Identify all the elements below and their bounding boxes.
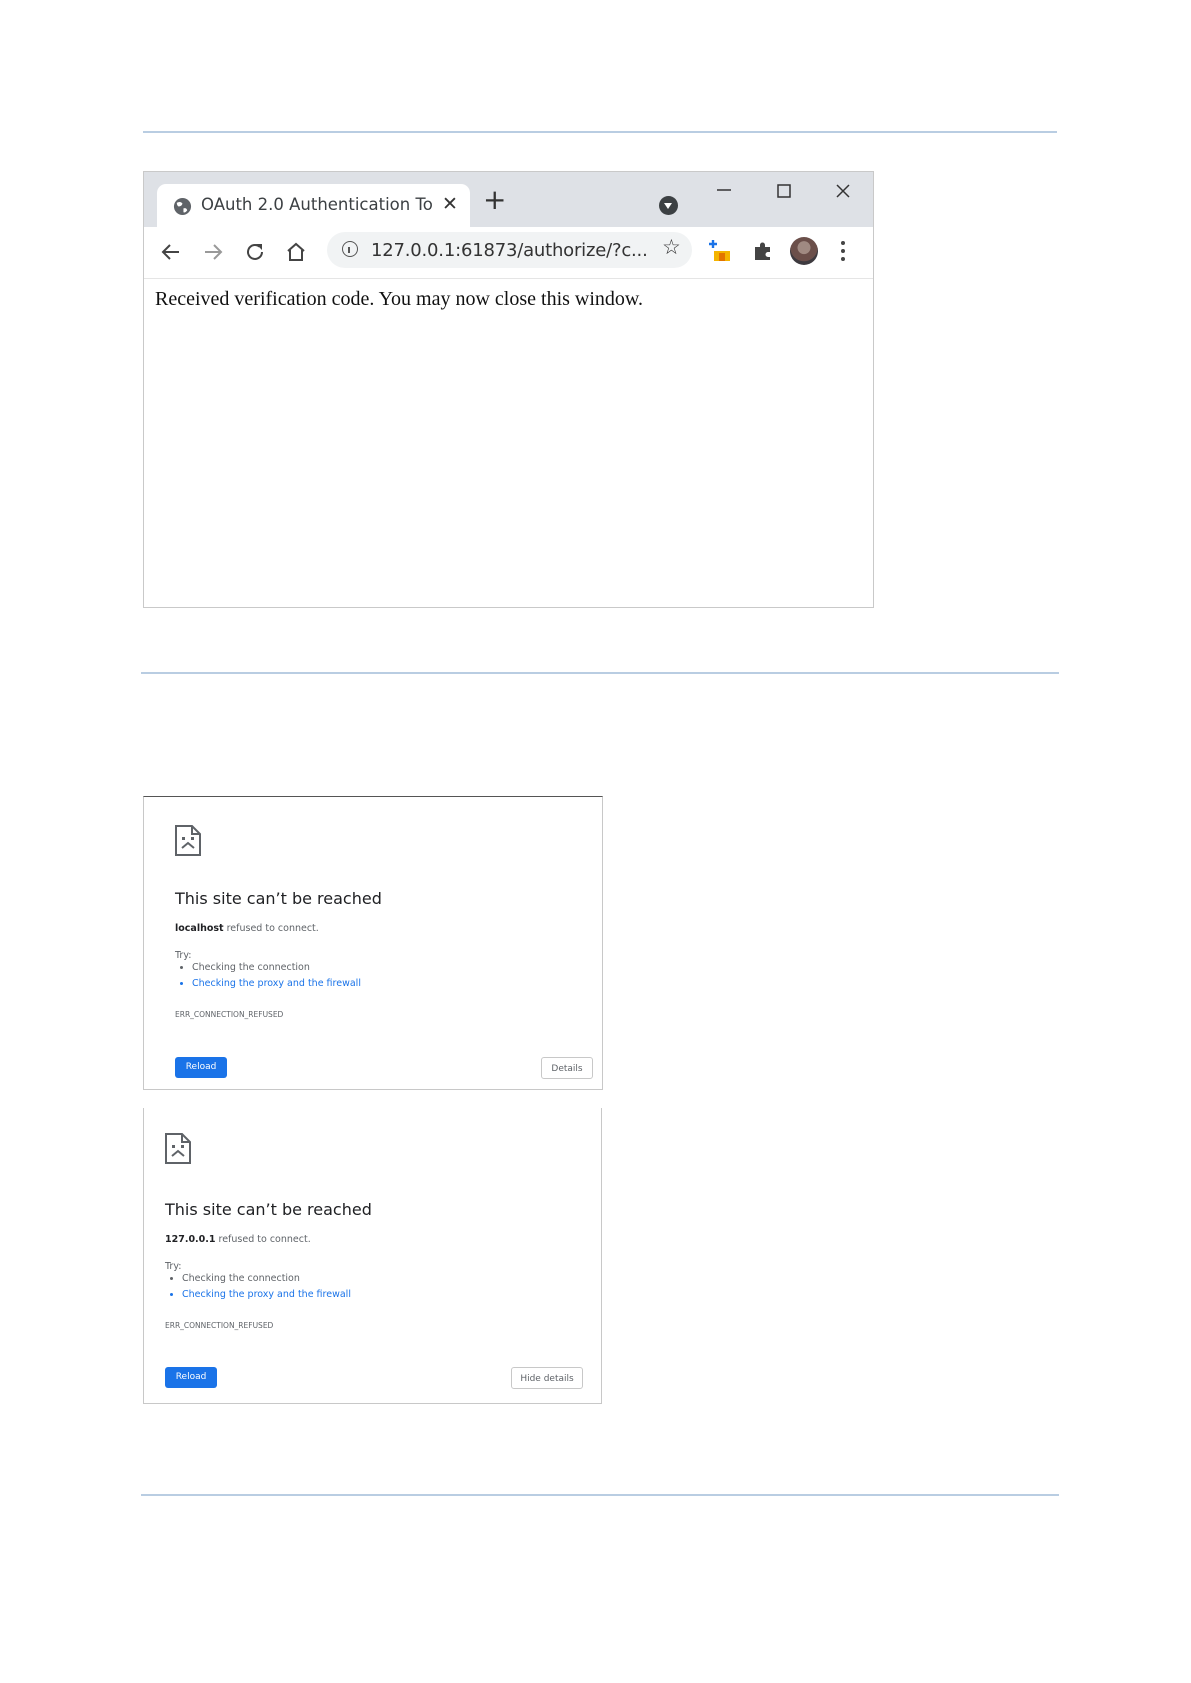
avatar[interactable] — [790, 237, 818, 265]
suggestion-item: Checking the connection — [192, 960, 361, 976]
error-title: This site can’t be reached — [175, 889, 382, 908]
sad-page-icon — [175, 825, 201, 856]
error-code: ERR_CONNECTION_REFUSED — [165, 1321, 274, 1330]
reload-button[interactable]: Reload — [165, 1367, 217, 1388]
error-description: localhost refused to connect. — [175, 923, 319, 934]
suggestion-item: Checking the connection — [182, 1271, 351, 1287]
error-message: refused to connect. — [215, 1234, 311, 1245]
browser-window: OAuth 2.0 Authentication Token ✕ + 127.0… — [143, 171, 874, 608]
reload-icon[interactable] — [243, 240, 267, 264]
kebab-menu-icon[interactable] — [841, 241, 845, 265]
home-icon[interactable] — [284, 240, 308, 264]
error-message: refused to connect. — [223, 923, 319, 934]
close-window-icon[interactable] — [836, 184, 850, 198]
browser-toolbar: 127.0.0.1:61873/authorize/?c... ☆ — [144, 227, 873, 279]
page-message: Received verification code. You may now … — [155, 288, 644, 310]
puzzle-icon[interactable] — [752, 240, 774, 262]
info-icon[interactable] — [342, 241, 358, 257]
tab-title: OAuth 2.0 Authentication Token — [201, 195, 433, 214]
star-icon[interactable]: ☆ — [662, 237, 681, 258]
error-page-localhost: This site can’t be reached localhost ref… — [143, 796, 603, 1090]
details-button[interactable]: Details — [541, 1057, 593, 1079]
tab-strip: OAuth 2.0 Authentication Token ✕ + — [144, 172, 873, 227]
browser-tab[interactable]: OAuth 2.0 Authentication Token ✕ — [157, 184, 470, 227]
error-code: ERR_CONNECTION_REFUSED — [175, 1010, 284, 1019]
error-title: This site can’t be reached — [165, 1200, 372, 1219]
error-host: 127.0.0.1 — [165, 1234, 216, 1245]
divider-rule-bottom — [141, 1494, 1059, 1496]
extension-upload-icon[interactable] — [708, 239, 732, 263]
minimize-icon[interactable] — [716, 186, 732, 194]
error-description: 127.0.0.1 refused to connect. — [165, 1234, 311, 1245]
url-text: 127.0.0.1:61873/authorize/?c... — [371, 240, 648, 261]
close-icon[interactable]: ✕ — [442, 193, 458, 215]
divider-rule-middle — [141, 672, 1059, 674]
suggestion-list: Checking the connection Checking the pro… — [175, 960, 361, 992]
globe-icon — [173, 197, 192, 216]
reload-button[interactable]: Reload — [175, 1057, 227, 1078]
suggestion-link-proxy-firewall[interactable]: Checking the proxy and the firewall — [182, 1287, 351, 1303]
hide-details-button[interactable]: Hide details — [511, 1367, 583, 1389]
divider-rule-top — [143, 131, 1057, 133]
error-page-127-0-0-1: This site can’t be reached 127.0.0.1 ref… — [143, 1108, 602, 1404]
sad-page-icon — [165, 1133, 191, 1164]
tab-search-icon[interactable] — [659, 196, 678, 215]
back-arrow-icon[interactable] — [159, 240, 183, 264]
suggestion-link-proxy-firewall[interactable]: Checking the proxy and the firewall — [192, 976, 361, 992]
maximize-icon[interactable] — [777, 184, 791, 198]
suggestion-list: Checking the connection Checking the pro… — [165, 1271, 351, 1303]
forward-arrow-icon[interactable] — [201, 240, 225, 264]
address-bar[interactable]: 127.0.0.1:61873/authorize/?c... ☆ — [327, 232, 692, 268]
plus-icon[interactable]: + — [483, 186, 506, 214]
error-host: localhost — [175, 923, 224, 934]
